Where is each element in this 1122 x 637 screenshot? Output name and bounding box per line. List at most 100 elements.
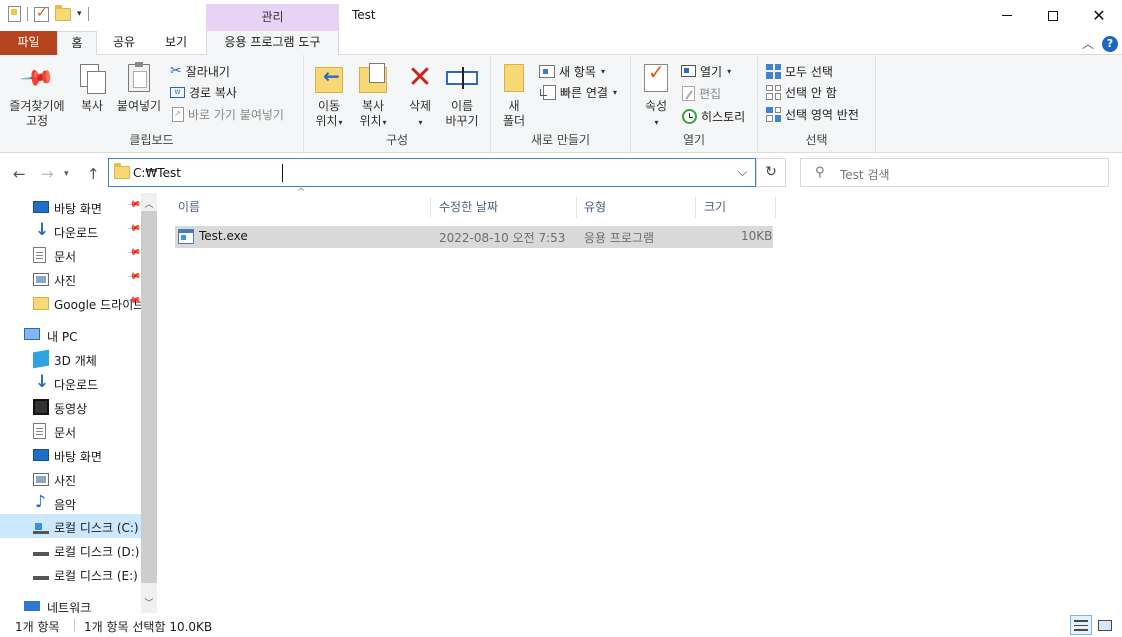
tab-home[interactable]: 홈 <box>57 31 97 56</box>
new-folder-button[interactable]: 새 폴더 <box>499 61 529 129</box>
open-button[interactable]: 열기 ▾ <box>681 61 731 81</box>
edit-icon <box>682 85 695 101</box>
copy-button[interactable]: 복사 <box>76 61 108 114</box>
nav-item-drive-c[interactable]: 로컬 디스크 (C:) <box>0 514 141 538</box>
scrollbar-thumb[interactable] <box>141 211 157 583</box>
large-icons-view-button[interactable] <box>1094 615 1116 635</box>
properties-button[interactable]: 속성 ▾ <box>641 61 671 130</box>
rename-label-line1: 이름 <box>450 99 474 113</box>
history-button[interactable]: 히스토리 <box>682 106 745 126</box>
move-to-label-line2: 위치 <box>315 114 338 128</box>
column-header-modified[interactable]: 수정한 날짜 <box>439 193 579 221</box>
delete-button[interactable]: ✕ 삭제 ▾ <box>403 61 437 130</box>
up-arrow-icon[interactable]: ↑ <box>87 165 100 183</box>
table-row[interactable]: Test.exe 2022-08-10 오전 7:53 응용 프로그램 10KB <box>175 226 773 248</box>
pin-to-quick-access-button[interactable]: 📌 즐겨찾기에 고정 <box>6 60 68 129</box>
nav-pane-scrollbar[interactable]: ︿ ﹀ <box>141 193 157 613</box>
close-button[interactable]: ✕ <box>1076 0 1122 31</box>
paste-shortcut-icon <box>172 106 184 122</box>
nav-item-this-pc[interactable]: 내 PC <box>0 323 141 347</box>
nav-item-downloads[interactable]: 다운로드 📌 <box>0 219 141 243</box>
properties-icon <box>644 64 668 92</box>
column-header-name[interactable]: 이름 <box>178 193 428 221</box>
paste-shortcut-button[interactable]: 바로 가기 붙여넣기 <box>172 104 284 124</box>
scissors-icon: ✂ <box>170 63 182 79</box>
copy-to-label-line2: 위치 <box>359 114 382 128</box>
folder-icon <box>114 163 130 179</box>
edit-button[interactable]: 편집 <box>682 83 721 103</box>
nav-item-label: 로컬 디스크 (D:) <box>54 545 140 559</box>
paste-button[interactable]: 붙여넣기 <box>114 61 164 114</box>
help-icon[interactable]: ? <box>1102 35 1118 52</box>
new-folder-label-line2: 폴더 <box>502 114 526 128</box>
window-title: Test <box>352 8 376 22</box>
edit-label: 편집 <box>699 86 722 101</box>
nav-item-pc-documents[interactable]: 문서 <box>0 419 141 443</box>
recent-locations-chevron-icon[interactable]: ▾ <box>64 169 69 179</box>
column-divider[interactable] <box>576 197 577 218</box>
new-folder-qat-icon[interactable] <box>55 4 71 21</box>
rename-button[interactable]: 이름 바꾸기 <box>442 61 482 129</box>
nav-item-pc-downloads[interactable]: 다운로드 <box>0 371 141 395</box>
nav-item-videos[interactable]: 동영상 <box>0 395 141 419</box>
select-none-label: 선택 안 함 <box>785 85 837 100</box>
drive-icon <box>33 570 49 580</box>
tab-application-tools[interactable]: 응용 프로그램 도구 <box>206 31 339 55</box>
pin-icon: 📌 <box>125 245 141 261</box>
address-bar[interactable]: C:₩Test ⌵ <box>108 158 756 187</box>
nav-item-pc-pictures[interactable]: 사진 <box>0 467 141 491</box>
scroll-up-chevron-icon[interactable]: ︿ <box>141 197 157 210</box>
minimize-button[interactable] <box>984 0 1030 31</box>
invert-selection-label: 선택 영역 반전 <box>785 107 859 122</box>
tab-share[interactable]: 공유 <box>104 31 144 55</box>
select-all-button[interactable]: 모두 선택 <box>766 61 833 81</box>
details-view-button[interactable] <box>1070 615 1092 635</box>
document-icon <box>33 247 46 263</box>
copy-path-button[interactable]: W 경로 복사 <box>170 82 237 102</box>
copy-to-button[interactable]: 복사 위치▾ <box>354 61 392 130</box>
collapse-ribbon-chevron-icon[interactable]: ︿ <box>1082 35 1094 52</box>
search-placeholder[interactable]: Test 검색 <box>840 166 890 183</box>
copy-to-label-line1: 복사 <box>361 99 385 113</box>
address-path[interactable]: C:₩Test <box>133 166 181 180</box>
address-history-chevron-icon[interactable]: ⌵ <box>738 165 747 180</box>
nav-item-music[interactable]: 음악 <box>0 491 141 515</box>
properties-qat-icon[interactable] <box>34 5 49 22</box>
column-divider[interactable] <box>430 197 431 218</box>
nav-item-google-drive[interactable]: Google 드라이브 📌 <box>0 291 141 315</box>
invert-selection-button[interactable]: 선택 영역 반전 <box>766 104 859 124</box>
tab-file[interactable]: 파일 <box>0 31 57 55</box>
move-to-button[interactable]: 이동 위치▾ <box>310 61 348 130</box>
new-item-icon <box>539 64 555 78</box>
column-divider[interactable] <box>775 197 776 218</box>
search-box[interactable]: ⚲ Test 검색 <box>800 158 1109 187</box>
maximize-button[interactable] <box>1030 0 1076 31</box>
scroll-down-chevron-icon[interactable]: ﹀ <box>141 596 157 609</box>
nav-item-pc-desktop[interactable]: 바탕 화면 <box>0 443 141 467</box>
pin-icon: 📌 <box>125 221 141 237</box>
nav-item-pictures[interactable]: 사진 📌 <box>0 267 141 291</box>
new-item-button[interactable]: 새 항목 ▾ <box>539 61 605 81</box>
nav-item-documents[interactable]: 문서 📌 <box>0 243 141 267</box>
new-folder-label-line1: 새 <box>508 99 520 113</box>
navigation-pane: 바탕 화면 📌 다운로드 📌 문서 📌 사진 📌 Google 드라이브 📌 내… <box>0 193 157 615</box>
clipboard-paste-icon <box>128 62 150 92</box>
tab-view[interactable]: 보기 <box>156 31 196 55</box>
file-list: ^ 이름 수정한 날짜 유형 크기 Test.exe 2022-08-10 오전… <box>158 187 1122 613</box>
column-divider[interactable] <box>695 197 696 218</box>
easy-access-button[interactable]: 빠른 연결 ▾ <box>540 82 617 102</box>
nav-item-desktop[interactable]: 바탕 화면 📌 <box>0 195 141 219</box>
nav-item-drive-d[interactable]: 로컬 디스크 (D:) <box>0 538 141 562</box>
select-none-button[interactable]: 선택 안 함 <box>766 82 837 102</box>
nav-item-drive-e[interactable]: 로컬 디스크 (E:) <box>0 562 141 586</box>
back-arrow-icon[interactable]: ← <box>13 165 26 183</box>
forward-arrow-icon[interactable]: → <box>41 165 54 183</box>
column-header-size[interactable]: 크기 <box>704 193 774 221</box>
nav-item-3d-objects[interactable]: 3D 개체 <box>0 347 141 371</box>
customize-qat-chevron-icon[interactable]: ▾ <box>77 9 82 19</box>
cut-button[interactable]: ✂ 잘라내기 <box>170 61 230 81</box>
column-header-type[interactable]: 유형 <box>584 193 694 221</box>
tab-manage-context[interactable]: 관리 <box>206 4 339 31</box>
windows-drive-icon <box>33 518 49 534</box>
refresh-button[interactable]: ↻ <box>756 158 786 187</box>
